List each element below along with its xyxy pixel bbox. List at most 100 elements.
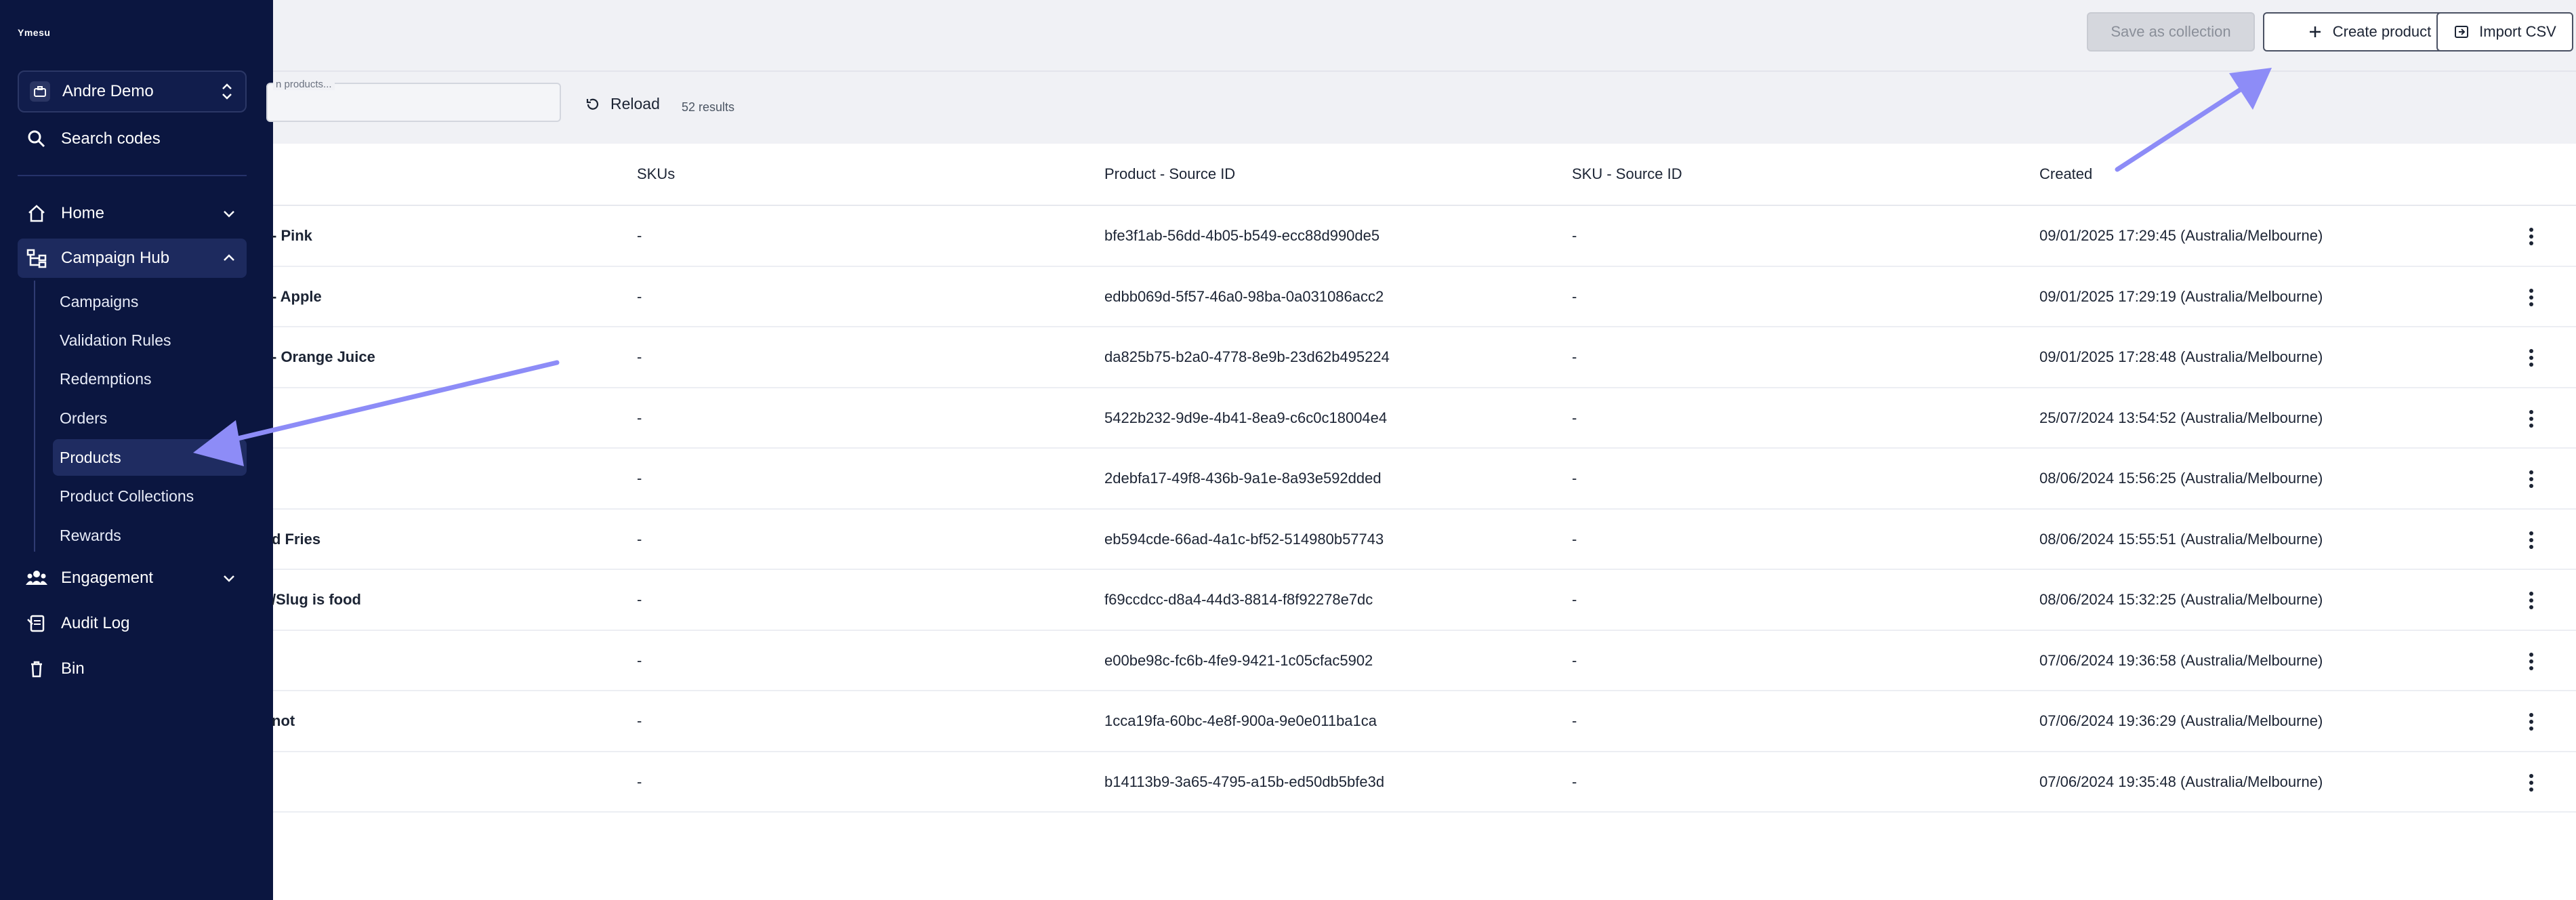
- cell-product-source-id: e00be98c-fc6b-4fe9-9421-1c05cfac5902: [1104, 651, 1373, 669]
- more-options-icon[interactable]: [2527, 409, 2535, 429]
- save-as-collection-button[interactable]: Save as collection: [2087, 12, 2255, 52]
- search-codes-label: Search codes: [61, 129, 161, 148]
- more-options-icon[interactable]: [2527, 651, 2535, 672]
- cell-created: 09/01/2025 17:28:48 (Australia/Melbourne…: [2039, 348, 2323, 365]
- cell-created: 08/06/2024 15:56:25 (Australia/Melbourne…: [2039, 470, 2323, 487]
- cell-created: 25/07/2024 13:54:52 (Australia/Melbourne…: [2039, 409, 2323, 426]
- cell-sku-source-id: -: [1572, 530, 1577, 548]
- audit-log-icon: [27, 615, 45, 632]
- sidebar-item-home[interactable]: Home: [18, 194, 247, 233]
- cell-product-source-id: 2debfa17-49f8-436b-9a1e-8a93e592dded: [1104, 470, 1382, 487]
- people-icon: [26, 571, 47, 585]
- table-row[interactable]: - Apple - edbb069d-5f57-46a0-98ba-0a0310…: [272, 267, 2576, 327]
- more-options-icon[interactable]: [2527, 773, 2535, 793]
- products-table: SKUs Product - Source ID SKU - Source ID…: [272, 144, 2576, 813]
- sidebar-item-products[interactable]: Products: [53, 439, 247, 476]
- cell-sku-source-id: -: [1572, 651, 1577, 669]
- reload-label: Reload: [610, 95, 660, 112]
- main-content: Save as collection Create product Import…: [266, 0, 2576, 900]
- more-options-icon[interactable]: [2527, 226, 2535, 247]
- table-row[interactable]: - Orange Juice - da825b75-b2a0-4778-8e9b…: [272, 327, 2576, 388]
- product-name[interactable]: - Orange Juice: [272, 348, 375, 366]
- plus-icon: [2309, 26, 2321, 37]
- more-options-icon[interactable]: [2527, 287, 2535, 308]
- cell-created: 07/06/2024 19:36:58 (Australia/Melbourne…: [2039, 651, 2323, 669]
- product-name[interactable]: not: [272, 712, 295, 730]
- table-header: SKUs Product - Source ID SKU - Source ID…: [273, 144, 2576, 206]
- product-name[interactable]: - Pink: [272, 227, 312, 245]
- cell-product-source-id: 1cca19fa-60bc-4e8f-900a-9e0e011ba1ca: [1104, 712, 1377, 729]
- sidebar-item-label: Home: [61, 204, 105, 222]
- sidebar-item-campaign-hub[interactable]: Campaign Hub: [18, 239, 247, 278]
- workspace-name: Andre Demo: [62, 82, 154, 100]
- header-skus[interactable]: SKUs: [637, 165, 675, 183]
- sidebar-item-redemptions[interactable]: Redemptions: [53, 361, 247, 397]
- import-csv-label: Import CSV: [2479, 23, 2556, 40]
- search-products-placeholder: n products...: [273, 79, 335, 90]
- toolbar-area: Save as collection Create product Import…: [266, 0, 2576, 144]
- cell-sku-source-id: -: [1572, 591, 1577, 608]
- cell-sku-source-id: -: [1572, 712, 1577, 729]
- more-options-icon[interactable]: [2527, 712, 2535, 732]
- header-product-source-id[interactable]: Product - Source ID: [1104, 165, 1235, 183]
- product-name[interactable]: d Fries: [272, 531, 320, 548]
- more-options-icon[interactable]: [2527, 530, 2535, 550]
- search-codes-link[interactable]: Search codes: [18, 119, 247, 159]
- sidebar-item-rewards[interactable]: Rewards: [53, 517, 247, 554]
- cell-skus: -: [637, 227, 642, 244]
- cell-sku-source-id: -: [1572, 227, 1577, 244]
- sidebar-item-label: Engagement: [61, 569, 154, 587]
- product-name[interactable]: - Apple: [272, 288, 322, 306]
- updown-chevron-icon: [222, 83, 232, 100]
- sidebar-item-campaigns[interactable]: Campaigns: [53, 283, 247, 320]
- cell-skus: -: [637, 409, 642, 426]
- chevron-up-icon: [224, 254, 234, 261]
- header-created[interactable]: Created: [2039, 165, 2092, 183]
- sidebar-divider: [18, 175, 247, 176]
- more-options-icon[interactable]: [2527, 469, 2535, 489]
- sidebar-item-label: Campaign Hub: [61, 249, 170, 267]
- table-row[interactable]: not - 1cca19fa-60bc-4e8f-900a-9e0e011ba1…: [272, 691, 2576, 752]
- chevron-down-icon: [224, 575, 234, 582]
- cell-skus: -: [637, 287, 642, 305]
- table-row[interactable]: - e00be98c-fc6b-4fe9-9421-1c05cfac5902 -…: [273, 631, 2576, 691]
- cell-product-source-id: bfe3f1ab-56dd-4b05-b549-ecc88d990de5: [1104, 227, 1380, 244]
- cell-product-source-id: da825b75-b2a0-4778-8e9b-23d62b495224: [1104, 348, 1390, 365]
- sidebar-item-orders[interactable]: Orders: [53, 400, 247, 436]
- table-row[interactable]: - b14113b9-3a65-4795-a15b-ed50db5bfe3d -…: [273, 752, 2576, 813]
- reload-button[interactable]: Reload: [585, 95, 660, 113]
- briefcase-icon: [30, 81, 50, 102]
- cell-created: 09/01/2025 17:29:45 (Australia/Melbourne…: [2039, 227, 2323, 244]
- cell-sku-source-id: -: [1572, 470, 1577, 487]
- cell-sku-source-id: -: [1572, 287, 1577, 305]
- workspace-switcher[interactable]: Andre Demo: [18, 70, 247, 112]
- cell-created: 07/06/2024 19:36:29 (Australia/Melbourne…: [2039, 712, 2323, 729]
- toolbar-divider: [273, 70, 2576, 72]
- cell-product-source-id: eb594cde-66ad-4a1c-bf52-514980b57743: [1104, 530, 1384, 548]
- table-row[interactable]: - 5422b232-9d9e-4b41-8ea9-c6c0c18004e4 -…: [273, 388, 2576, 449]
- sidebar-item-audit-log[interactable]: Audit Log: [18, 604, 247, 643]
- sidebar-item-validation-rules[interactable]: Validation Rules: [53, 322, 247, 359]
- submenu-guide-line: [34, 281, 35, 552]
- header-sku-source-id[interactable]: SKU - Source ID: [1572, 165, 1682, 183]
- search-icon: [28, 130, 45, 148]
- table-row[interactable]: /Slug is food - f69ccdcc-d8a4-44d3-8814-…: [272, 570, 2576, 631]
- table-row[interactable]: - Pink - bfe3f1ab-56dd-4b05-b549-ecc88d9…: [272, 206, 2576, 267]
- cell-skus: -: [637, 651, 642, 669]
- table-row[interactable]: d Fries - eb594cde-66ad-4a1c-bf52-514980…: [272, 510, 2576, 570]
- sidebar-item-bin[interactable]: Bin: [18, 649, 247, 689]
- more-options-icon[interactable]: [2527, 348, 2535, 368]
- sidebar-item-engagement[interactable]: Engagement: [18, 558, 247, 598]
- sidebar: Ymesu Andre Demo Search codes Home Campa…: [0, 0, 273, 900]
- import-icon: [2455, 26, 2469, 38]
- sidebar-item-label: Bin: [61, 659, 85, 678]
- more-options-icon[interactable]: [2527, 590, 2535, 611]
- cell-product-source-id: 5422b232-9d9e-4b41-8ea9-c6c0c18004e4: [1104, 409, 1388, 426]
- import-csv-button[interactable]: Import CSV: [2436, 12, 2573, 52]
- cell-sku-source-id: -: [1572, 409, 1577, 426]
- product-name[interactable]: /Slug is food: [272, 591, 361, 609]
- cell-sku-source-id: -: [1572, 773, 1577, 790]
- cell-skus: -: [637, 530, 642, 548]
- table-row[interactable]: - 2debfa17-49f8-436b-9a1e-8a93e592dded -…: [273, 449, 2576, 510]
- sidebar-item-product-collections[interactable]: Product Collections: [53, 478, 247, 514]
